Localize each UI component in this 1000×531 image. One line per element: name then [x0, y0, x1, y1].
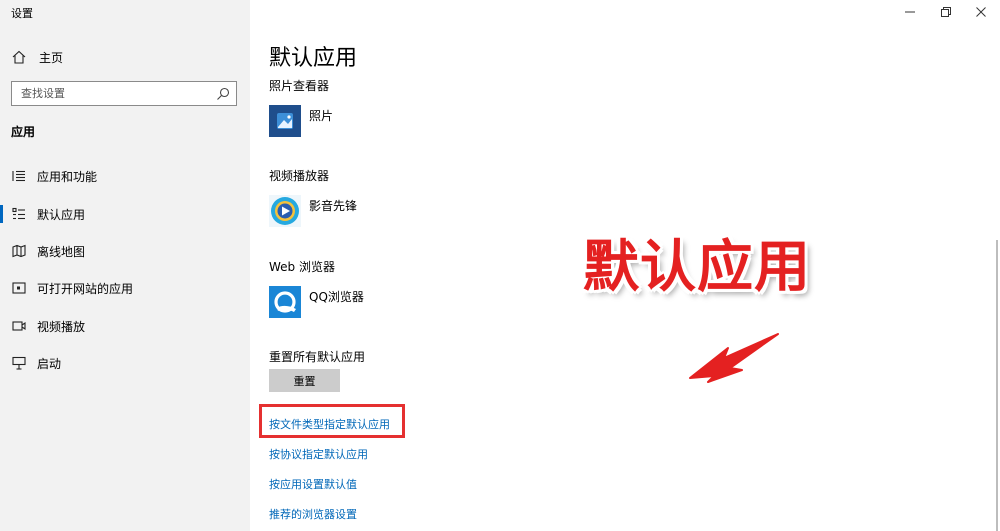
reset-label: 重置所有默认应用	[269, 350, 366, 364]
sidebar-item-label: 启动	[37, 356, 62, 371]
close-icon	[976, 7, 986, 17]
sidebar-item-label: 应用和功能	[37, 169, 98, 184]
link-default-by-protocol[interactable]: 按协议指定默认应用	[269, 446, 368, 462]
sidebar-item-video-playback[interactable]: 视频播放	[0, 311, 250, 341]
restore-icon	[941, 7, 951, 17]
web-apps-icon	[11, 280, 27, 296]
default-app-web-browser[interactable]: QQ浏览器	[269, 285, 364, 319]
sidebar-item-default-apps[interactable]: 默认应用	[0, 199, 250, 229]
sidebar-item-web-apps[interactable]: 可打开网站的应用	[0, 273, 250, 303]
sidebar: 设置 主页 应用 应用和功能 默认应用 离线地图 可打开网站的	[0, 0, 250, 531]
default-app-photo-viewer[interactable]: 照片	[269, 104, 333, 138]
photos-icon	[269, 105, 301, 137]
close-button[interactable]	[971, 4, 991, 20]
restore-button[interactable]	[936, 4, 956, 20]
search-input[interactable]	[12, 82, 202, 105]
reset-button[interactable]: 重置	[269, 369, 340, 392]
category-label-photo-viewer: 照片查看器	[269, 79, 330, 93]
minimize-button[interactable]	[900, 4, 920, 20]
sidebar-item-apps-features[interactable]: 应用和功能	[0, 161, 250, 191]
link-set-defaults-by-app[interactable]: 按应用设置默认值	[269, 476, 357, 492]
qq-browser-icon	[269, 286, 301, 318]
annotation-text: 默认应用	[583, 235, 811, 300]
app-name: QQ浏览器	[309, 289, 364, 304]
search-icon[interactable]	[216, 86, 230, 100]
default-apps-icon	[11, 206, 27, 222]
sidebar-item-startup[interactable]: 启动	[0, 348, 250, 378]
search-box[interactable]	[11, 81, 237, 106]
main-panel: 默认应用 照片查看器 照片 视频播放器 影音先锋 Web 浏览器 QQ浏览器 重…	[250, 0, 1000, 531]
annotation-arrow-icon	[689, 333, 779, 383]
sidebar-item-label: 可打开网站的应用	[37, 281, 134, 296]
sidebar-item-label: 视频播放	[37, 319, 86, 334]
video-icon	[11, 318, 27, 334]
scrollbar[interactable]	[996, 240, 998, 531]
map-icon	[11, 243, 27, 259]
link-default-by-file-type[interactable]: 按文件类型指定默认应用	[269, 416, 390, 432]
window-title: 设置	[11, 7, 33, 20]
link-recommended-browser-settings[interactable]: 推荐的浏览器设置	[269, 506, 357, 522]
home-link[interactable]: 主页	[11, 47, 63, 67]
list-icon	[11, 168, 27, 184]
page-title: 默认应用	[269, 46, 358, 71]
startup-icon	[11, 355, 27, 371]
default-app-video-player[interactable]: 影音先锋	[269, 194, 357, 228]
home-label: 主页	[39, 50, 64, 65]
app-name: 影音先锋	[309, 198, 358, 213]
category-label-video-player: 视频播放器	[269, 169, 330, 183]
section-title: 应用	[11, 125, 36, 139]
sidebar-item-label: 离线地图	[37, 244, 86, 259]
sidebar-item-offline-maps[interactable]: 离线地图	[0, 236, 250, 266]
video-player-icon	[269, 195, 301, 227]
app-name: 照片	[309, 108, 334, 123]
minimize-icon	[905, 11, 915, 13]
category-label-web-browser: Web 浏览器	[269, 260, 335, 274]
home-icon	[11, 49, 27, 65]
sidebar-item-label: 默认应用	[37, 207, 86, 222]
